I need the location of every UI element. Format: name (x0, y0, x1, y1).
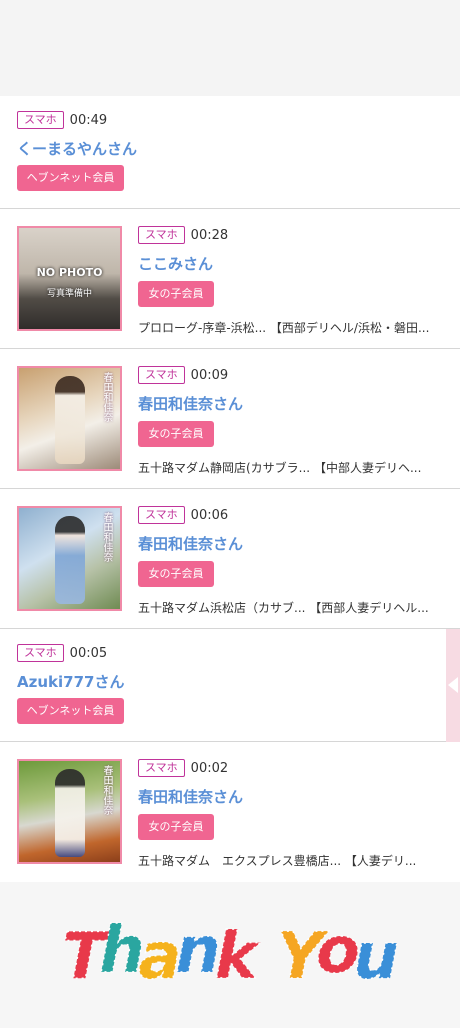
top-blank-area (0, 0, 460, 96)
visit-time: 00:28 (190, 227, 229, 243)
member-type-badge: 女の子会員 (138, 561, 214, 587)
profile-photo[interactable]: NO PHOTO 写真準備中 (17, 226, 122, 331)
profile-photo[interactable]: 春田和佳奈 (17, 366, 122, 471)
profile-photo[interactable]: 春田和佳奈 (17, 506, 122, 611)
device-badge: スマホ (138, 366, 185, 384)
member-type-badge: ヘブンネット会員 (17, 698, 124, 724)
entry-meta: スマホ 00:49 (17, 111, 107, 129)
photo-caption: 春田和佳奈 (101, 512, 112, 562)
entry-meta: スマホ 00:05 (17, 644, 107, 662)
photo-caption: 春田和佳奈 (101, 372, 112, 422)
thank-you-letter: u (353, 920, 399, 994)
list-item[interactable]: 春田和佳奈 スマホ 00:06 春田和佳奈さん 女の子会員 五十路マダム浜松店（… (0, 489, 460, 629)
shop-name[interactable]: 五十路マダム浜松店（カサブ... 【西部人妻デリヘル... (138, 599, 443, 616)
shop-name[interactable]: 五十路マダム静岡店(カサブラ... 【中部人妻デリヘ... (138, 459, 443, 476)
entry-meta: スマホ 00:09 (138, 366, 228, 384)
entry-meta: スマホ 00:28 (138, 226, 228, 244)
entry-meta: スマホ 00:02 (138, 759, 228, 777)
photo-figure (55, 376, 85, 464)
visitor-name[interactable]: くーまるやんさん (17, 138, 137, 159)
visitor-name[interactable]: ここみさん (138, 253, 213, 274)
photo-figure (55, 516, 85, 604)
thank-you-banner: ThankYou (0, 880, 460, 1024)
list-item[interactable]: 春田和佳奈 スマホ 00:02 春田和佳奈さん 女の子会員 五十路マダム エクス… (0, 742, 460, 882)
photo-caption: 春田和佳奈 (101, 765, 112, 815)
no-photo-sub-label: 写真準備中 (46, 289, 92, 299)
side-scroll-tab[interactable] (446, 629, 460, 742)
visit-time: 00:06 (190, 507, 229, 523)
member-type-badge: 女の子会員 (138, 814, 214, 840)
visit-time: 00:49 (69, 112, 108, 128)
visit-time: 00:02 (190, 760, 229, 776)
list-item[interactable]: スマホ 00:49 くーまるやんさん ヘブンネット会員 (0, 96, 460, 209)
list-item[interactable]: NO PHOTO 写真準備中 スマホ 00:28 ここみさん 女の子会員 プロロ… (0, 209, 460, 349)
thank-you-letter: k (215, 920, 261, 994)
member-type-badge: 女の子会員 (138, 421, 214, 447)
list-item[interactable]: 春田和佳奈 スマホ 00:09 春田和佳奈さん 女の子会員 五十路マダム静岡店(… (0, 349, 460, 489)
photo-figure (55, 769, 85, 857)
shop-name[interactable]: プロローグ-序章-浜松... 【西部デリヘル/浜松・磐田... (138, 319, 443, 336)
member-type-badge: ヘブンネット会員 (17, 165, 124, 191)
visitor-name[interactable]: Azuki777さん (17, 671, 124, 692)
device-badge: スマホ (138, 759, 185, 777)
profile-photo[interactable]: 春田和佳奈 (17, 759, 122, 864)
thank-you-graphic: Thank You (61, 913, 399, 995)
member-type-badge: 女の子会員 (138, 281, 214, 307)
visit-time: 00:05 (69, 645, 108, 661)
device-badge: スマホ (138, 226, 185, 244)
list-item[interactable]: スマホ 00:05 Azuki777さん ヘブンネット会員 (0, 629, 460, 742)
device-badge: スマホ (17, 111, 64, 129)
visitor-name[interactable]: 春田和佳奈さん (138, 786, 243, 807)
device-badge: スマホ (138, 506, 185, 524)
no-photo-label: NO PHOTO (36, 266, 103, 279)
entry-meta: スマホ 00:06 (138, 506, 228, 524)
chevron-left-icon (448, 677, 458, 693)
shop-name[interactable]: 五十路マダム エクスプレス豊橋店... 【人妻デリ... (138, 852, 443, 869)
footprint-list: スマホ 00:49 くーまるやんさん ヘブンネット会員 NO PHOTO 写真準… (0, 96, 460, 882)
visit-time: 00:09 (190, 367, 229, 383)
visitor-name[interactable]: 春田和佳奈さん (138, 393, 243, 414)
visitor-name[interactable]: 春田和佳奈さん (138, 533, 243, 554)
device-badge: スマホ (17, 644, 64, 662)
